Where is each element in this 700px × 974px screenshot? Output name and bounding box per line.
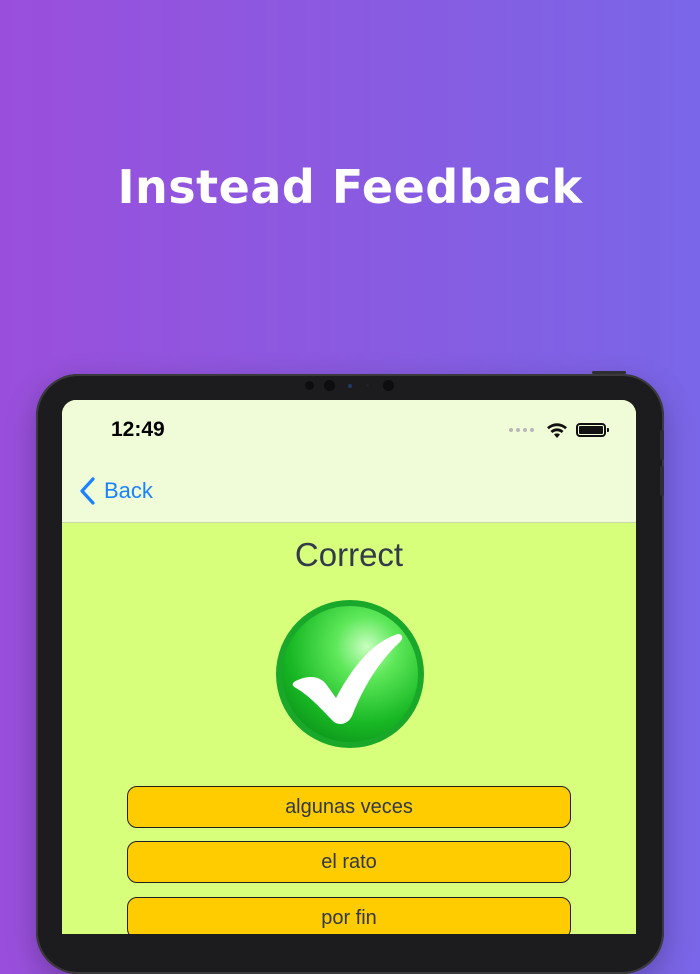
app-screen: 12:49 Back Correct algunas veces el rato…	[62, 400, 636, 934]
promo-headline: Instead Feedback	[117, 160, 583, 214]
sensor-dot	[383, 380, 394, 391]
volume-button	[660, 466, 664, 496]
answer-button[interactable]: algunas veces	[127, 786, 571, 828]
result-title: Correct	[294, 536, 404, 573]
answer-button[interactable]: el rato	[127, 841, 571, 883]
checkmark-circle-icon	[274, 598, 426, 750]
signal-icon	[509, 428, 534, 432]
camera-bar	[300, 376, 400, 396]
status-icons	[509, 420, 609, 440]
back-button[interactable]: Back	[78, 476, 153, 506]
sensor-dot	[348, 384, 352, 388]
sensor-dot	[305, 381, 314, 390]
power-button	[592, 371, 626, 374]
chevron-left-icon	[80, 477, 95, 505]
volume-button	[660, 430, 664, 460]
sensor-dot	[366, 384, 369, 387]
camera-icon	[324, 380, 335, 391]
navigation-bar: 12:49 Back	[62, 400, 636, 523]
battery-icon	[576, 423, 609, 437]
status-time: 12:49	[111, 418, 165, 441]
back-label: Back	[104, 478, 153, 503]
answer-button[interactable]: por fin	[127, 897, 571, 934]
wifi-icon	[547, 422, 567, 438]
